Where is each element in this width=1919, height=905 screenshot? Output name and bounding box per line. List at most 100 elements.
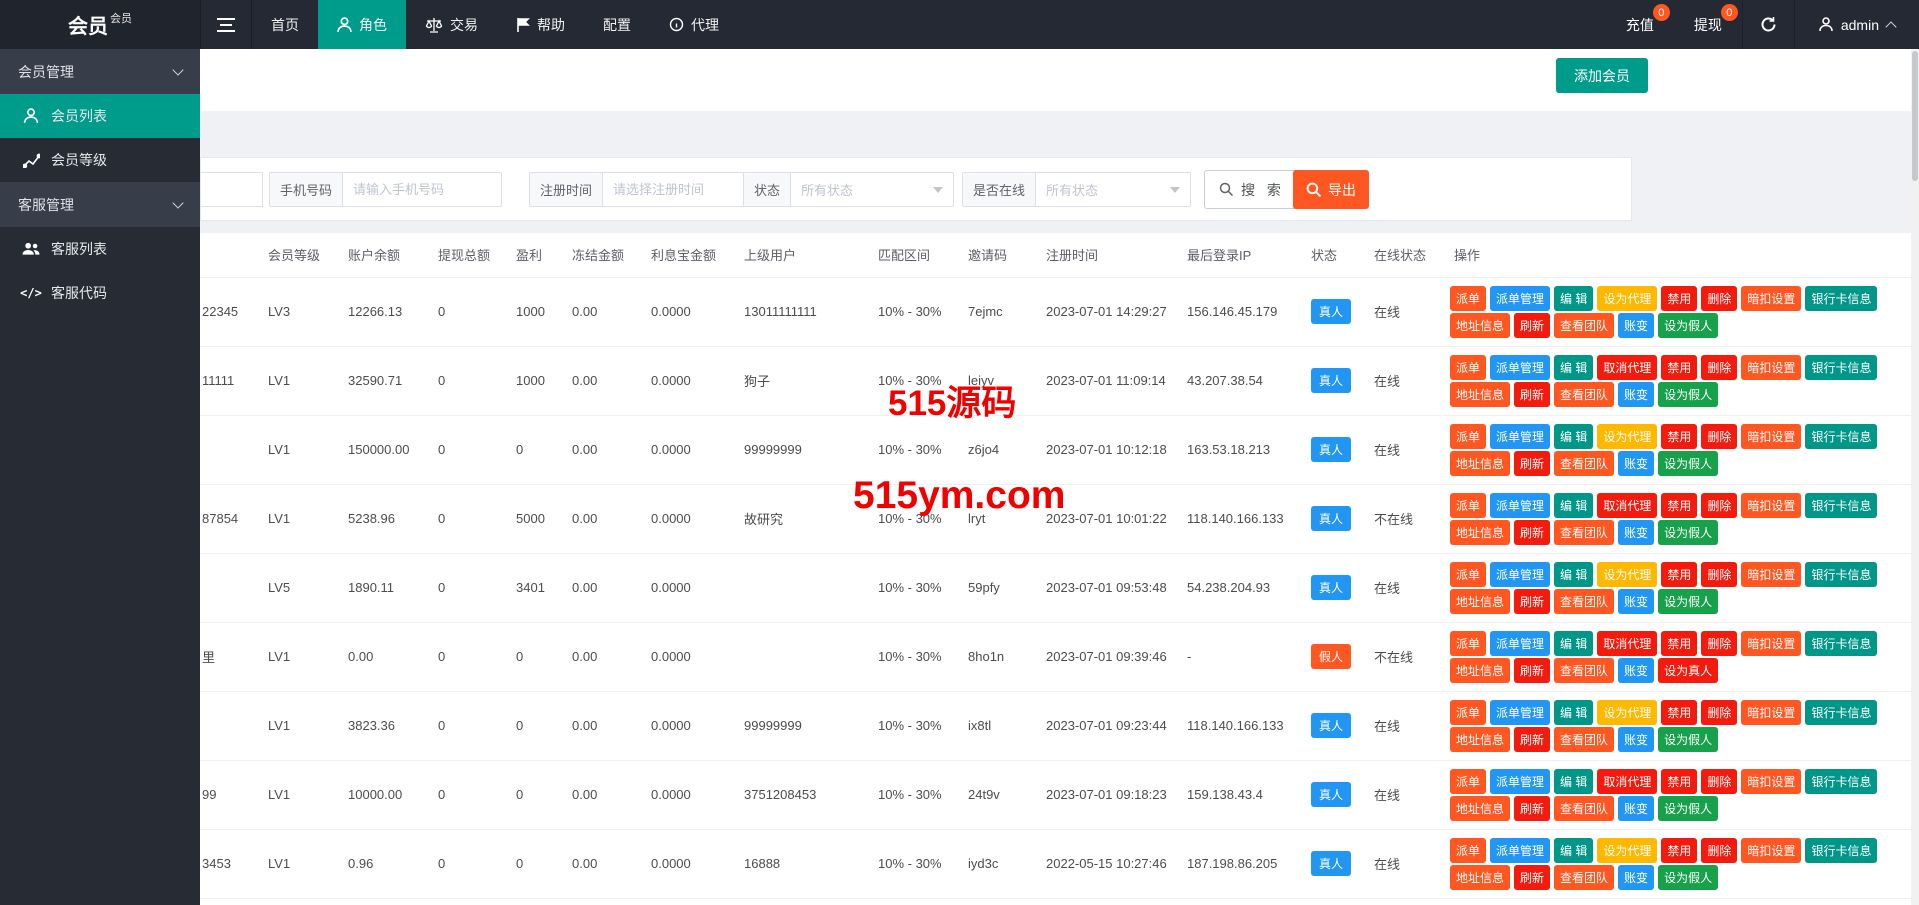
cancel-agent-button[interactable]: 取消代理 [1597, 492, 1658, 518]
refresh-icon[interactable] [1741, 0, 1794, 49]
dispatch-button[interactable]: 派单 [1450, 768, 1487, 794]
set-fake-button[interactable]: 设为假人 [1658, 450, 1719, 476]
delete-button[interactable]: 删除 [1701, 837, 1738, 863]
account-change-button[interactable]: 账变 [1618, 795, 1655, 821]
dispatch-manage-button[interactable]: 派单管理 [1490, 630, 1551, 656]
delete-button[interactable]: 删除 [1701, 768, 1738, 794]
sidebar-item[interactable]: 客服列表 [0, 227, 200, 271]
bank-card-info-button[interactable]: 银行卡信息 [1805, 492, 1878, 518]
address-info-button[interactable]: 地址信息 [1450, 795, 1511, 821]
refresh-button[interactable]: 刷新 [1514, 657, 1551, 683]
nav-tab-3[interactable]: 交易 [406, 0, 497, 49]
bank-card-info-button[interactable]: 银行卡信息 [1805, 423, 1878, 449]
dispatch-button[interactable]: 派单 [1450, 561, 1487, 587]
dispatch-button[interactable]: 派单 [1450, 837, 1487, 863]
export-button[interactable]: 导出 [1293, 170, 1369, 209]
address-info-button[interactable]: 地址信息 [1450, 657, 1511, 683]
edit-button[interactable]: 编 辑 [1554, 699, 1594, 725]
scrollbar-thumb[interactable] [1912, 51, 1918, 181]
add-member-button[interactable]: 添加会员 [1556, 58, 1648, 93]
address-info-button[interactable]: 地址信息 [1450, 312, 1511, 338]
delete-button[interactable]: 删除 [1701, 285, 1738, 311]
dispatch-manage-button[interactable]: 派单管理 [1490, 285, 1551, 311]
view-team-button[interactable]: 查看团队 [1554, 657, 1615, 683]
refresh-button[interactable]: 刷新 [1514, 588, 1551, 614]
dispatch-manage-button[interactable]: 派单管理 [1490, 354, 1551, 380]
dispatch-button[interactable]: 派单 [1450, 285, 1487, 311]
dispatch-button[interactable]: 派单 [1450, 699, 1487, 725]
set-agent-button[interactable]: 设为代理 [1597, 699, 1658, 725]
refresh-button[interactable]: 刷新 [1514, 312, 1551, 338]
view-team-button[interactable]: 查看团队 [1554, 795, 1615, 821]
delete-button[interactable]: 删除 [1701, 423, 1738, 449]
refresh-button[interactable]: 刷新 [1514, 864, 1551, 890]
vertical-scrollbar[interactable] [1911, 49, 1919, 905]
disable-button[interactable]: 禁用 [1661, 423, 1698, 449]
sidebar-item[interactable]: </> 客服代码 [0, 271, 200, 315]
online-select[interactable]: 所有状态 [1036, 173, 1190, 206]
account-change-button[interactable]: 账变 [1618, 657, 1655, 683]
account-change-button[interactable]: 账变 [1618, 726, 1655, 752]
view-team-button[interactable]: 查看团队 [1554, 381, 1615, 407]
account-change-button[interactable]: 账变 [1618, 588, 1655, 614]
account-change-button[interactable]: 账变 [1618, 381, 1655, 407]
set-fake-button[interactable]: 设为假人 [1658, 312, 1719, 338]
disable-button[interactable]: 禁用 [1661, 837, 1698, 863]
refresh-button[interactable]: 刷新 [1514, 450, 1551, 476]
set-fake-button[interactable]: 设为假人 [1658, 726, 1719, 752]
disable-button[interactable]: 禁用 [1661, 285, 1698, 311]
menu-toggle-icon[interactable] [200, 0, 252, 49]
address-info-button[interactable]: 地址信息 [1450, 519, 1511, 545]
set-fake-button[interactable]: 设为假人 [1658, 588, 1719, 614]
set-real-button[interactable]: 设为真人 [1658, 657, 1719, 683]
dispatch-button[interactable]: 派单 [1450, 354, 1487, 380]
phone-input[interactable] [343, 173, 502, 206]
address-info-button[interactable]: 地址信息 [1450, 381, 1511, 407]
set-agent-button[interactable]: 设为代理 [1597, 561, 1658, 587]
set-fake-button[interactable]: 设为假人 [1658, 795, 1719, 821]
disable-button[interactable]: 禁用 [1661, 630, 1698, 656]
set-fake-button[interactable]: 设为假人 [1658, 381, 1719, 407]
disable-button[interactable]: 禁用 [1661, 354, 1698, 380]
bank-card-info-button[interactable]: 银行卡信息 [1805, 768, 1878, 794]
admin-user-menu[interactable]: admin [1793, 0, 1919, 49]
bank-card-info-button[interactable]: 银行卡信息 [1805, 354, 1878, 380]
edit-button[interactable]: 编 辑 [1554, 630, 1594, 656]
disable-button[interactable]: 禁用 [1661, 492, 1698, 518]
set-agent-button[interactable]: 设为代理 [1597, 837, 1658, 863]
refresh-button[interactable]: 刷新 [1514, 726, 1551, 752]
sidebar-item[interactable]: 会员等级 [0, 138, 200, 182]
bank-card-info-button[interactable]: 银行卡信息 [1805, 837, 1878, 863]
edit-button[interactable]: 编 辑 [1554, 837, 1594, 863]
edit-button[interactable]: 编 辑 [1554, 354, 1594, 380]
account-change-button[interactable]: 账变 [1618, 864, 1655, 890]
edit-button[interactable]: 编 辑 [1554, 285, 1594, 311]
dispatch-button[interactable]: 派单 [1450, 630, 1487, 656]
edit-button[interactable]: 编 辑 [1554, 423, 1594, 449]
address-info-button[interactable]: 地址信息 [1450, 588, 1511, 614]
dispatch-button[interactable]: 派单 [1450, 492, 1487, 518]
status-select[interactable]: 所有状态 [791, 173, 953, 206]
view-team-button[interactable]: 查看团队 [1554, 588, 1615, 614]
dispatch-manage-button[interactable]: 派单管理 [1490, 768, 1551, 794]
dispatch-manage-button[interactable]: 派单管理 [1490, 423, 1551, 449]
address-info-button[interactable]: 地址信息 [1450, 726, 1511, 752]
view-team-button[interactable]: 查看团队 [1554, 726, 1615, 752]
view-team-button[interactable]: 查看团队 [1554, 519, 1615, 545]
set-fake-button[interactable]: 设为假人 [1658, 864, 1719, 890]
hidden-deduct-button[interactable]: 暗扣设置 [1741, 630, 1802, 656]
sidebar-group-2[interactable]: 客服管理 [0, 182, 200, 227]
hidden-deduct-button[interactable]: 暗扣设置 [1741, 768, 1802, 794]
bank-card-info-button[interactable]: 银行卡信息 [1805, 630, 1878, 656]
bank-card-info-button[interactable]: 银行卡信息 [1805, 561, 1878, 587]
refresh-button[interactable]: 刷新 [1514, 381, 1551, 407]
dispatch-manage-button[interactable]: 派单管理 [1490, 492, 1551, 518]
username-input-cut[interactable] [201, 172, 263, 207]
cancel-agent-button[interactable]: 取消代理 [1597, 354, 1658, 380]
search-button[interactable]: 搜 索 [1204, 170, 1300, 209]
address-info-button[interactable]: 地址信息 [1450, 864, 1511, 890]
nav-tab-1[interactable]: 首页 [252, 0, 318, 49]
sidebar-group-1[interactable]: 会员管理 [0, 49, 200, 94]
edit-button[interactable]: 编 辑 [1554, 561, 1594, 587]
recharge-button[interactable]: 充值 0 [1606, 0, 1674, 49]
